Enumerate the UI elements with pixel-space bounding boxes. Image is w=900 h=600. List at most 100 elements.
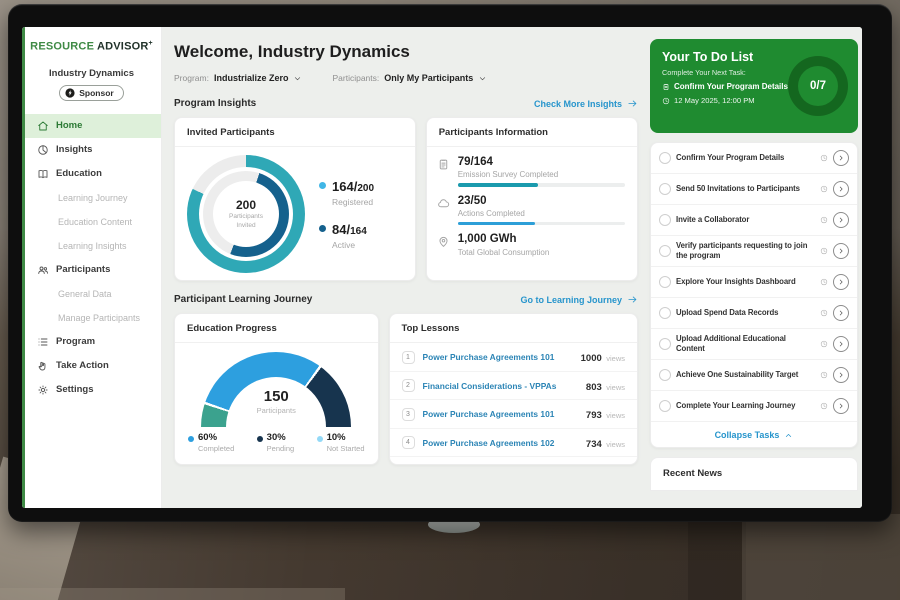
next-task-due: 12 May 2025, 12:00 PM	[674, 96, 755, 105]
todo-item-label: Confirm Your Program Details	[676, 149, 815, 167]
card-title: Education Progress	[175, 314, 378, 343]
lesson-title-link[interactable]: Power Purchase Agreements 101	[423, 409, 578, 419]
progress-bar	[458, 222, 625, 226]
todo-checkbox[interactable]	[659, 214, 671, 226]
card-title: Top Lessons	[390, 314, 638, 343]
collapse-label: Collapse Tasks	[715, 430, 780, 440]
lesson-title-link[interactable]: Financial Considerations - VPPAs	[423, 381, 578, 391]
todo-open-button[interactable]	[833, 274, 849, 290]
todo-summary-card: Your To Do List Complete Your Next Task:…	[650, 39, 858, 133]
todo-checkbox[interactable]	[659, 307, 671, 319]
sponsor-badge[interactable]: Sponsor	[59, 85, 123, 101]
todo-item-explore-your-insights-dashboard: Explore Your Insights Dashboard	[651, 267, 857, 298]
collapse-tasks-link[interactable]: Collapse Tasks	[651, 422, 857, 447]
sidebar-item-participants[interactable]: Participants	[22, 258, 161, 282]
lesson-title-link[interactable]: Power Purchase Agreements 101	[423, 352, 573, 362]
chevron-right-icon	[837, 216, 845, 224]
participants-information-card: Participants Information 79/164 Emission…	[426, 117, 638, 281]
stat-row: 79/164 Emission Survey Completed	[437, 156, 625, 195]
todo-item-achieve-one-sustainability-target: Achieve One Sustainability Target	[651, 360, 857, 391]
chevron-right-icon	[837, 309, 845, 317]
todo-open-button[interactable]	[833, 367, 849, 383]
desk-edge	[0, 588, 345, 600]
lesson-row-3: 3 Power Purchase Agreements 101 793 view…	[390, 400, 638, 429]
todo-open-button[interactable]	[833, 243, 849, 259]
stat-row: 23/50 Actions Completed	[437, 195, 625, 234]
sidebar-item-manage-participants[interactable]: Manage Participants	[22, 306, 161, 330]
todo-checkbox[interactable]	[659, 338, 671, 350]
sidebar-item-learning-insights[interactable]: Learning Insights	[22, 234, 161, 258]
todo-checkbox[interactable]	[659, 245, 671, 257]
lesson-title-link[interactable]: Power Purchase Agreements 102	[423, 438, 578, 448]
legend-dot	[188, 436, 194, 442]
recent-news-title: Recent News	[663, 468, 722, 479]
filter-value: Only My Participants	[384, 73, 473, 83]
legend-value: 10%	[327, 433, 365, 444]
link-label: Go to Learning Journey	[520, 295, 622, 305]
filter-program[interactable]: Program: Industrialize Zero	[174, 73, 302, 83]
donut-legend-item: 164/200 Registered	[319, 178, 374, 207]
sidebar-item-settings[interactable]: Settings	[22, 378, 161, 402]
todo-panel: Your To Do List Complete Your Next Task:…	[650, 27, 862, 508]
go-to-learning-journey-link[interactable]: Go to Learning Journey	[520, 294, 638, 305]
sidebar-item-general-data[interactable]: General Data	[22, 282, 161, 306]
dashboard-screen: RESOURCE ADVISOR+ Industry Dynamics Spon…	[22, 27, 862, 508]
todo-item-label: Invite a Collaborator	[676, 211, 815, 229]
todo-open-button[interactable]	[833, 150, 849, 166]
background-shadow-band	[688, 520, 746, 600]
todo-checkbox[interactable]	[659, 152, 671, 164]
filter-participants[interactable]: Participants: Only My Participants	[332, 73, 487, 83]
actions-icon	[437, 197, 450, 210]
sidebar-item-take-action[interactable]: Take Action	[22, 354, 161, 378]
take-action-icon	[37, 360, 49, 372]
clock-icon	[820, 247, 828, 255]
section-title-program-insights: Program Insights	[174, 98, 256, 109]
sidebar-item-education-content[interactable]: Education Content	[22, 210, 161, 234]
chevron-right-icon	[837, 402, 845, 410]
content-area: Welcome, Industry Dynamics Program: Indu…	[162, 27, 862, 508]
gauge-center-value: 150	[201, 388, 351, 405]
sidebar-item-label: Learning Journey	[58, 193, 128, 203]
app-logo: RESOURCE ADVISOR+	[22, 40, 161, 53]
todo-checkbox[interactable]	[659, 400, 671, 412]
sponsor-badge-label: Sponsor	[79, 88, 113, 98]
stat-label: Emission Survey Completed	[458, 170, 625, 179]
sidebar-item-learning-journey[interactable]: Learning Journey	[22, 186, 161, 210]
sidebar-item-home[interactable]: Home	[22, 114, 161, 138]
todo-item-label: Upload Additional Educational Content	[676, 330, 815, 358]
stat-label: Actions Completed	[458, 209, 625, 218]
todo-checkbox[interactable]	[659, 183, 671, 195]
todo-progress-value: 0/7	[810, 80, 826, 92]
task-icon	[662, 83, 670, 91]
todo-item-label: Achieve One Sustainability Target	[676, 366, 815, 384]
lesson-views-count: 1000	[581, 353, 602, 364]
todo-open-button[interactable]	[833, 336, 849, 352]
sidebar-item-label: General Data	[58, 289, 112, 299]
progress-bar-fill	[458, 183, 538, 187]
sidebar-item-program[interactable]: Program	[22, 330, 161, 354]
sidebar-item-education[interactable]: Education	[22, 162, 161, 186]
lesson-views-suffix: views	[606, 440, 625, 449]
todo-checkbox[interactable]	[659, 276, 671, 288]
todo-open-button[interactable]	[833, 398, 849, 414]
lesson-rank: 1	[402, 351, 415, 364]
todo-item-label: Explore Your Insights Dashboard	[676, 273, 815, 291]
todo-checkbox[interactable]	[659, 369, 671, 381]
legend-total: 200	[357, 183, 374, 194]
sidebar-item-label: Home	[56, 120, 82, 131]
donut-legend-item: 84/164 Active	[319, 221, 374, 250]
stats-list: 79/164 Emission Survey Completed 23/50 A…	[427, 147, 637, 261]
sidebar-item-label: Manage Participants	[58, 313, 140, 323]
todo-open-button[interactable]	[833, 212, 849, 228]
check-more-insights-link[interactable]: Check More Insights	[534, 98, 638, 109]
todo-open-button[interactable]	[833, 305, 849, 321]
clock-icon	[662, 97, 670, 105]
todo-open-button[interactable]	[833, 181, 849, 197]
lesson-row-5: 5 Power Purchase Agreements 103 600 view…	[390, 457, 638, 465]
clock-icon	[820, 309, 828, 317]
sidebar-item-insights[interactable]: Insights	[22, 138, 161, 162]
card-title: Invited Participants	[175, 118, 415, 147]
todo-subtitle: Complete Your Next Task:	[662, 68, 780, 77]
progress-bar-fill	[458, 222, 535, 226]
monitor-bezel: RESOURCE ADVISOR+ Industry Dynamics Spon…	[8, 4, 892, 522]
